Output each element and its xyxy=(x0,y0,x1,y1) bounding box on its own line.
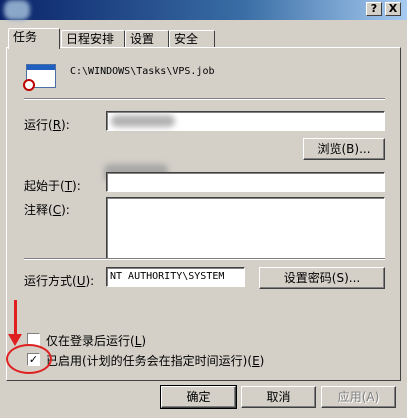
title-bar: ? X xyxy=(0,0,407,20)
clock-icon xyxy=(23,79,35,91)
enabled-label: 已启用(计划的任务会在指定时间运行)(E) xyxy=(46,354,265,368)
ok-button[interactable]: 确定 xyxy=(160,385,237,409)
browse-button[interactable]: 浏览(B)... xyxy=(303,138,385,160)
separator xyxy=(24,98,385,100)
help-button[interactable]: ? xyxy=(366,2,382,16)
tab-task[interactable]: 任务 xyxy=(8,28,60,49)
run-as-label: 运行方式(U): xyxy=(24,274,95,288)
run-as-value: NT AUTHORITY\SYSTEM xyxy=(110,271,225,282)
close-button[interactable]: X xyxy=(385,2,401,16)
cancel-button[interactable]: 取消 xyxy=(241,386,316,408)
comment-label: 注释(C): xyxy=(24,203,70,217)
tab-schedule[interactable]: 日程安排 xyxy=(61,30,125,48)
annotation-circle xyxy=(6,344,52,374)
run-input[interactable] xyxy=(106,111,385,131)
run-label: 运行(R): xyxy=(24,118,70,132)
redacted-value xyxy=(111,115,175,127)
set-password-button[interactable]: 设置密码(S)... xyxy=(259,267,385,289)
start-in-input[interactable] xyxy=(106,172,385,192)
comment-input[interactable] xyxy=(106,197,385,259)
tab-security[interactable]: 安全 xyxy=(169,30,215,48)
separator xyxy=(24,258,385,260)
run-as-input[interactable]: NT AUTHORITY\SYSTEM xyxy=(106,267,245,287)
start-in-label: 起始于(T): xyxy=(24,179,81,193)
apply-button[interactable]: 应用(A) xyxy=(321,386,396,408)
task-file-icon xyxy=(23,64,56,91)
title-icon-redacted xyxy=(4,0,30,20)
tab-settings[interactable]: 设置 xyxy=(125,30,169,48)
task-file-path: C:\WINDOWS\Tasks\VPS.job xyxy=(70,66,215,77)
only-logged-on-label: 仅在登录后运行(L) xyxy=(46,334,147,348)
